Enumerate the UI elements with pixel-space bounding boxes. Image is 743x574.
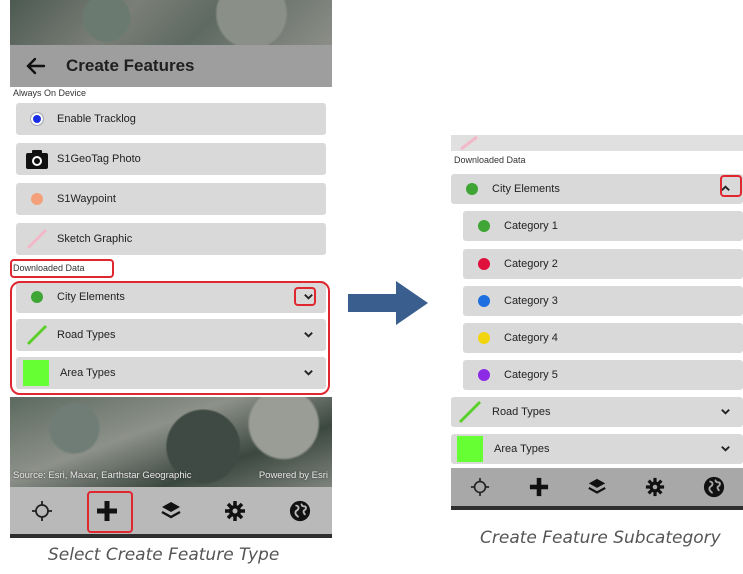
chevron-down-icon[interactable] bbox=[720, 406, 731, 417]
list-item-category-4[interactable]: Category 4 bbox=[463, 323, 743, 353]
highlight-collapse-chevron bbox=[720, 175, 742, 197]
gear-icon[interactable] bbox=[224, 500, 246, 522]
list-item-label: S1Waypoint bbox=[57, 193, 116, 205]
list-item-sketch-graphic[interactable]: Sketch Graphic bbox=[16, 223, 326, 255]
blue-dot-icon bbox=[31, 113, 43, 125]
gear-icon[interactable] bbox=[644, 476, 666, 498]
map-background-bottom[interactable]: Source: Esri, Maxar, Earthstar Geographi… bbox=[10, 397, 332, 487]
globe-icon[interactable] bbox=[289, 500, 311, 522]
list-item-road-types[interactable]: Road Types bbox=[451, 397, 743, 427]
highlight-expand-chevron bbox=[294, 287, 316, 306]
list-item-label: Area Types bbox=[494, 443, 550, 455]
right-phone-screen: Downloaded Data City Elements Category 1… bbox=[451, 135, 743, 510]
transition-arrow-icon bbox=[348, 281, 428, 325]
green-dot-icon bbox=[478, 220, 490, 232]
crosshair-icon[interactable] bbox=[469, 476, 491, 498]
bottom-toolbar bbox=[10, 487, 332, 538]
back-arrow-icon[interactable] bbox=[24, 54, 48, 78]
map-attribution: Source: Esri, Maxar, Earthstar Geographi… bbox=[13, 470, 192, 481]
map-powered-by: Powered by Esri bbox=[258, 470, 328, 481]
green-line-icon bbox=[457, 399, 483, 425]
list-item-city-elements[interactable]: City Elements bbox=[451, 174, 743, 204]
globe-icon[interactable] bbox=[703, 476, 725, 498]
list-item-label: Enable Tracklog bbox=[57, 113, 136, 125]
crosshair-icon[interactable] bbox=[31, 500, 53, 522]
list-item-category-5[interactable]: Category 5 bbox=[463, 360, 743, 390]
layers-icon[interactable] bbox=[160, 500, 182, 522]
list-item-label: Category 5 bbox=[504, 369, 558, 381]
highlight-add-button bbox=[87, 491, 133, 533]
pink-line-icon bbox=[26, 228, 48, 250]
caption-left: Select Create Feature Type bbox=[48, 545, 280, 565]
list-item-label: Road Types bbox=[492, 406, 551, 418]
list-item-label: Category 2 bbox=[504, 258, 558, 270]
layers-icon[interactable] bbox=[586, 476, 608, 498]
bottom-toolbar bbox=[451, 468, 743, 510]
green-dot-icon bbox=[466, 183, 478, 195]
highlight-feature-groups bbox=[10, 281, 330, 395]
list-item-s1waypoint[interactable]: S1Waypoint bbox=[16, 183, 326, 215]
purple-dot-icon bbox=[478, 369, 490, 381]
red-dot-icon bbox=[478, 258, 490, 270]
add-icon[interactable] bbox=[528, 476, 550, 498]
list-item-label: Category 4 bbox=[504, 332, 558, 344]
section-label-downloaded-data: Downloaded Data bbox=[454, 155, 526, 165]
green-square-icon bbox=[457, 436, 483, 462]
highlight-downloaded-data bbox=[10, 259, 114, 278]
list-item-category-1[interactable]: Category 1 bbox=[463, 211, 743, 241]
list-item-area-types[interactable]: Area Types bbox=[451, 434, 743, 464]
chevron-down-icon[interactable] bbox=[720, 443, 731, 454]
partial-list-item bbox=[451, 135, 743, 151]
list-item-label: City Elements bbox=[492, 183, 560, 195]
map-background-top bbox=[10, 0, 332, 45]
list-item-label: Category 3 bbox=[504, 295, 558, 307]
list-item-enable-tracklog[interactable]: Enable Tracklog bbox=[16, 103, 326, 135]
list-item-s1geotag-photo[interactable]: S1GeoTag Photo bbox=[16, 143, 326, 175]
caption-right: Create Feature Subcategory bbox=[480, 528, 721, 548]
list-item-category-2[interactable]: Category 2 bbox=[463, 249, 743, 279]
list-item-category-3[interactable]: Category 3 bbox=[463, 286, 743, 316]
list-item-label: Sketch Graphic bbox=[57, 233, 133, 245]
app-bar: Create Features bbox=[10, 45, 332, 87]
camera-icon bbox=[26, 149, 48, 169]
section-label-always-on-device: Always On Device bbox=[13, 88, 87, 98]
page-title: Create Features bbox=[66, 56, 195, 75]
blue-dot-icon bbox=[478, 295, 490, 307]
yellow-dot-icon bbox=[478, 332, 490, 344]
list-item-label: Category 1 bbox=[504, 220, 558, 232]
list-item-label: S1GeoTag Photo bbox=[57, 153, 141, 165]
orange-dot-icon bbox=[31, 193, 43, 205]
